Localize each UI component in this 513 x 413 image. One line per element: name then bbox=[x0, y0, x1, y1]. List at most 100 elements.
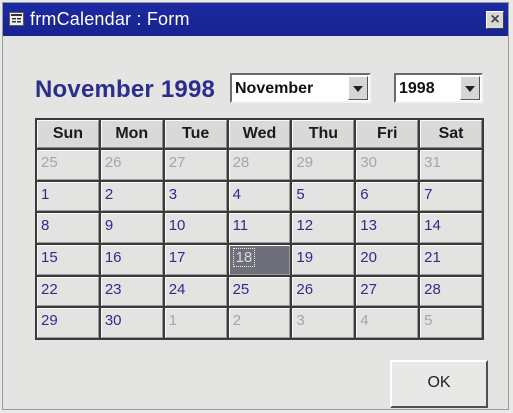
day-number: 24 bbox=[168, 280, 186, 298]
day-number: 30 bbox=[104, 312, 122, 330]
day-number: 18 bbox=[232, 247, 256, 267]
calendar-form-window: frmCalendar : Form × November 1998 Novem… bbox=[2, 2, 509, 410]
close-button[interactable]: × bbox=[486, 11, 504, 29]
weekday-header: Sat bbox=[420, 120, 482, 148]
day-cell[interactable]: 2 bbox=[100, 181, 163, 212]
day-cell[interactable]: 25 bbox=[37, 150, 99, 180]
day-number: 25 bbox=[232, 280, 250, 298]
day-number: 12 bbox=[296, 217, 314, 235]
window-title: frmCalendar : Form bbox=[30, 9, 190, 29]
day-cell[interactable]: 10 bbox=[164, 213, 227, 243]
day-number: 1 bbox=[41, 185, 50, 203]
day-number: 5 bbox=[296, 185, 305, 203]
day-number: 29 bbox=[41, 312, 58, 330]
day-number: 13 bbox=[360, 217, 377, 235]
day-cell[interactable]: 11 bbox=[228, 213, 291, 243]
day-number: 8 bbox=[41, 217, 50, 235]
day-number: 22 bbox=[41, 280, 58, 298]
day-cell[interactable]: 12 bbox=[292, 213, 355, 243]
day-number: 15 bbox=[41, 248, 58, 266]
day-cell[interactable]: 3 bbox=[164, 181, 227, 212]
day-number: 20 bbox=[360, 248, 377, 266]
day-number: 3 bbox=[296, 312, 305, 330]
weekday-header: Fri bbox=[356, 120, 419, 148]
chevron-down-icon bbox=[353, 86, 363, 92]
day-number: 6 bbox=[360, 185, 369, 203]
year-select[interactable]: 1998 bbox=[394, 73, 483, 103]
day-cell[interactable]: 27 bbox=[356, 276, 419, 307]
day-cell[interactable]: 28 bbox=[420, 276, 482, 307]
day-cell[interactable]: 5 bbox=[420, 308, 482, 338]
day-number: 21 bbox=[424, 248, 441, 266]
day-cell[interactable]: 1 bbox=[164, 308, 227, 338]
day-cell[interactable]: 15 bbox=[37, 244, 99, 275]
day-number: 4 bbox=[232, 185, 241, 203]
day-number: 26 bbox=[104, 154, 122, 171]
day-cell[interactable]: 3 bbox=[292, 308, 355, 338]
day-number: 3 bbox=[168, 185, 178, 203]
day-number: 31 bbox=[424, 154, 441, 171]
weekday-header: Thu bbox=[292, 120, 355, 148]
day-cell[interactable]: 25 bbox=[228, 276, 291, 307]
day-number: 17 bbox=[168, 248, 186, 266]
day-number: 27 bbox=[168, 154, 186, 171]
day-cell[interactable]: 4 bbox=[356, 308, 419, 338]
day-cell[interactable]: 7 bbox=[420, 181, 482, 212]
day-cell[interactable]: 9 bbox=[100, 213, 163, 243]
month-dropdown-button[interactable] bbox=[348, 76, 368, 100]
day-number: 28 bbox=[232, 154, 250, 171]
day-number: 1 bbox=[168, 312, 178, 330]
day-cell[interactable]: 23 bbox=[100, 276, 163, 307]
day-number: 10 bbox=[168, 217, 186, 235]
day-cell[interactable]: 6 bbox=[356, 181, 419, 212]
day-cell[interactable]: 1 bbox=[37, 181, 99, 212]
day-cell[interactable]: 24 bbox=[164, 276, 227, 307]
day-cell[interactable]: 26 bbox=[100, 150, 163, 180]
day-number: 30 bbox=[360, 154, 377, 171]
day-cell[interactable]: 4 bbox=[228, 181, 291, 212]
year-dropdown-button[interactable] bbox=[460, 76, 480, 100]
day-cell[interactable]: 28 bbox=[228, 150, 291, 180]
day-number: 2 bbox=[104, 185, 114, 203]
day-cell[interactable]: 14 bbox=[420, 213, 482, 243]
day-cell[interactable]: 16 bbox=[100, 244, 163, 275]
day-number: 29 bbox=[296, 154, 314, 171]
title-bar[interactable]: frmCalendar : Form × bbox=[3, 3, 508, 36]
weekday-header: Wed bbox=[228, 120, 291, 148]
day-number: 5 bbox=[424, 312, 433, 330]
weekday-header: Sun bbox=[37, 120, 99, 148]
day-cell[interactable]: 30 bbox=[356, 150, 419, 180]
day-cell[interactable]: 29 bbox=[292, 150, 355, 180]
day-cell[interactable]: 20 bbox=[356, 244, 419, 275]
day-cell[interactable]: 27 bbox=[164, 150, 227, 180]
day-cell[interactable]: 29 bbox=[37, 308, 99, 338]
year-select-value: 1998 bbox=[399, 80, 435, 97]
day-cell[interactable]: 22 bbox=[37, 276, 99, 307]
day-number: 19 bbox=[296, 248, 314, 266]
day-cell[interactable]: 21 bbox=[420, 244, 482, 275]
day-cell-selected[interactable]: 18 bbox=[228, 244, 291, 275]
day-cell[interactable]: 17 bbox=[164, 244, 227, 275]
day-cell[interactable]: 26 bbox=[292, 276, 355, 307]
calendar-grid: Sun Mon Tue Wed Thu Fri Sat 25 26 27 28 29 30 31 1 2 3 4 5… bbox=[35, 118, 484, 340]
ok-button[interactable]: OK bbox=[390, 360, 488, 408]
day-cell[interactable]: 30 bbox=[100, 308, 163, 338]
day-number: 2 bbox=[232, 312, 241, 330]
day-cell[interactable]: 19 bbox=[292, 244, 355, 275]
day-number: 26 bbox=[296, 280, 314, 298]
form-icon bbox=[9, 12, 24, 26]
day-cell[interactable]: 31 bbox=[420, 150, 482, 180]
weekday-header: Tue bbox=[164, 120, 227, 148]
day-number: 27 bbox=[360, 280, 377, 298]
month-select-value: November bbox=[235, 80, 314, 97]
day-number: 11 bbox=[232, 217, 249, 235]
day-number: 9 bbox=[104, 217, 114, 235]
day-cell[interactable]: 8 bbox=[37, 213, 99, 243]
day-cell[interactable]: 5 bbox=[292, 181, 355, 212]
month-select[interactable]: November bbox=[230, 73, 371, 103]
day-number: 28 bbox=[424, 280, 441, 298]
month-year-heading: November 1998 bbox=[35, 76, 216, 103]
day-cell[interactable]: 2 bbox=[228, 308, 291, 338]
close-icon: × bbox=[490, 11, 500, 28]
day-cell[interactable]: 13 bbox=[356, 213, 419, 243]
